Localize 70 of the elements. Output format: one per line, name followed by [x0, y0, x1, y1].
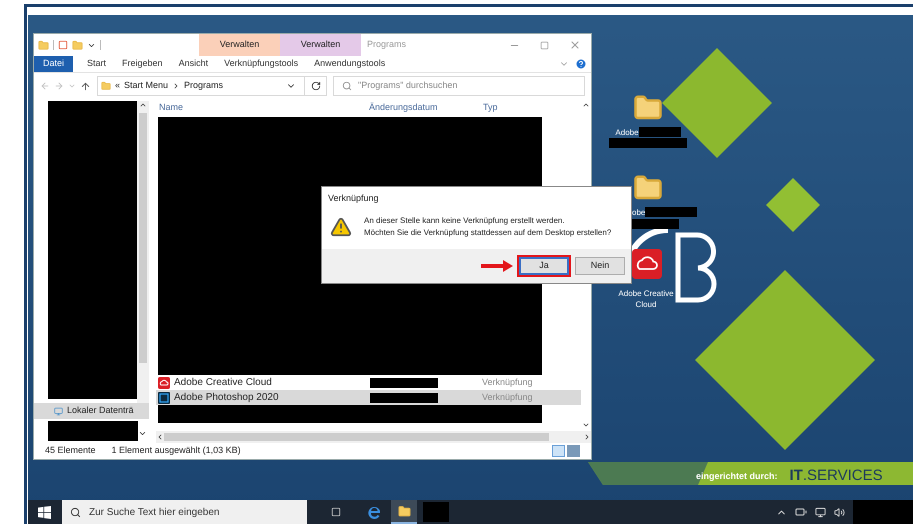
context-tab-header: Verwalten: [280, 34, 361, 56]
refresh-icon: [310, 81, 320, 91]
context-tab-header: Verwalten: [199, 34, 280, 56]
scroll-left-icon: [156, 433, 164, 441]
help-icon[interactable]: [575, 58, 587, 70]
folder-icon: [398, 504, 410, 518]
icon-label[interactable]: obe: [632, 207, 646, 218]
folder-icon: [101, 81, 111, 91]
volume-icon[interactable]: [834, 506, 845, 518]
file-type: Verknüpfung: [482, 376, 533, 389]
ribbon-tab[interactable]: Verknüpfungstools: [216, 56, 306, 72]
ribbon-tab[interactable]: Ansicht: [170, 56, 216, 72]
ribbon-tab[interactable]: Freigeben: [114, 56, 171, 72]
tiles-view-button[interactable]: [567, 445, 580, 457]
brand-text: IT.SERVICES: [790, 466, 883, 486]
ribbon-tab[interactable]: Anwendungstools: [306, 56, 394, 72]
dialog-button[interactable]: Ja: [519, 257, 569, 275]
file-type: Verknüpfung: [482, 390, 533, 404]
diamond-shape: [766, 178, 820, 232]
maximize-button[interactable]: [540, 40, 549, 50]
column-header[interactable]: Änderungsdatum: [369, 101, 483, 115]
redaction-block: [370, 392, 438, 402]
address-bar[interactable]: « Start Menu Programs: [97, 76, 327, 96]
arrow-icon: [481, 260, 513, 272]
scroll-right-icon: [583, 433, 591, 441]
redaction-block: [645, 207, 698, 217]
creative-cloud-icon[interactable]: [632, 249, 662, 279]
dialog-message: An dieser Stelle kann keine Verknüpfung erstellt werden.: [364, 215, 566, 227]
scroll-down-icon[interactable]: [138, 429, 147, 438]
banner-text: eingerichtet durch:: [696, 470, 778, 483]
status-text: 1 Element ausgewählt (1,03 KB): [112, 444, 241, 458]
search-field[interactable]: Zur Suche Text hier eingeben: [62, 500, 307, 524]
breadcrumb-item[interactable]: Programs: [184, 79, 224, 93]
dialog-title: Verknüpfung: [327, 192, 380, 205]
search-icon: [342, 81, 352, 91]
ribbon-tab[interactable]: Start: [79, 56, 114, 72]
dialog-message: Möchten Sie die Verknüpfung stattdessen auf dem Desktop erstellen?: [364, 227, 612, 239]
creative-cloud-icon: [158, 376, 170, 388]
file-row[interactable]: Adobe Creative Cloud Verknüpfung: [156, 375, 581, 390]
start-button[interactable]: [38, 506, 51, 518]
window-title: Programs: [367, 38, 406, 52]
battery-icon[interactable]: [795, 506, 807, 518]
dialog-button[interactable]: Nein: [575, 257, 625, 275]
redaction-block: [853, 500, 913, 524]
redaction-block: [423, 502, 449, 522]
scroll-up-icon: [139, 101, 147, 109]
scroll-up-icon: [582, 101, 590, 109]
photoshop-icon: [158, 392, 170, 404]
browser-icon: [366, 504, 382, 520]
scroll-down-icon: [582, 421, 590, 429]
breadcrumb-overflow[interactable]: «: [115, 79, 120, 93]
scrollbar[interactable]: [156, 431, 591, 443]
up-button[interactable]: [80, 80, 91, 92]
search-field[interactable]: "Programs" durchsuchen: [333, 76, 585, 96]
file-row[interactable]: Adobe Photoshop 2020 Verknüpfung: [156, 390, 581, 405]
file-name: Adobe Creative Cloud: [174, 376, 272, 390]
search-icon: [70, 506, 81, 518]
warning-icon: [330, 216, 352, 238]
column-header[interactable]: Name: [159, 101, 369, 115]
column-header[interactable]: Typ: [483, 101, 498, 115]
scrollbar[interactable]: [137, 101, 149, 403]
icon-label[interactable]: Adobe Creative Cloud: [616, 288, 676, 310]
close-button[interactable]: [569, 39, 581, 51]
redaction-block: [370, 378, 438, 388]
status-text: 45 Elemente: [45, 444, 96, 458]
breadcrumb-item[interactable]: Start Menu: [124, 79, 168, 93]
file-explorer-button[interactable]: [391, 500, 417, 524]
nav-item[interactable]: Lokaler Datenträ: [34, 403, 149, 419]
file-name: Adobe Photoshop 2020: [174, 391, 279, 405]
icon-label[interactable]: Adobe: [615, 127, 639, 138]
